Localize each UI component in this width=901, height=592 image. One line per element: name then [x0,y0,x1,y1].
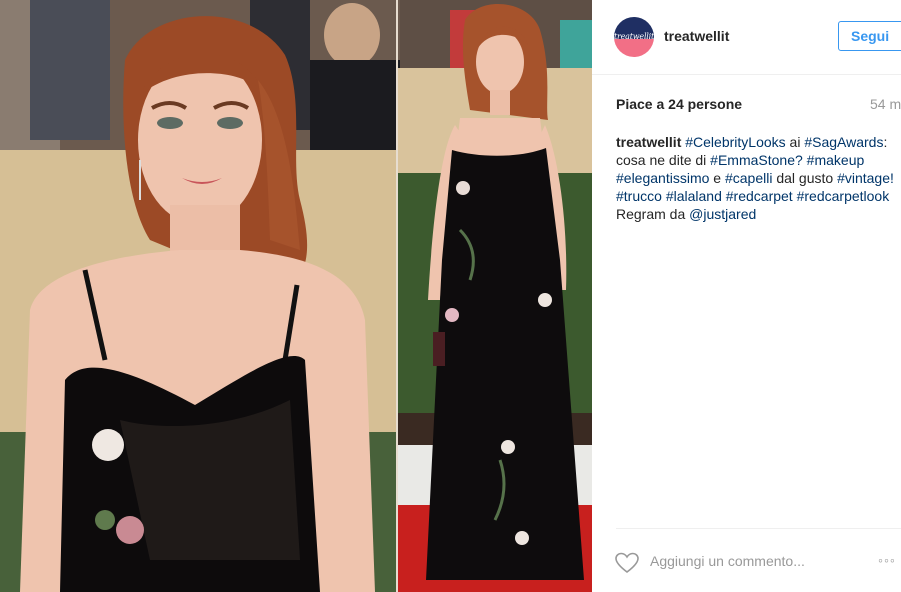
divider [616,528,901,529]
photo-illustration [0,0,592,592]
caption-hashtag[interactable]: #lalaland [666,188,722,204]
author-username[interactable]: treatwellit [664,28,729,44]
caption-username[interactable]: treatwellit [616,134,681,150]
caption-hashtag[interactable]: #CelebrityLooks [685,134,785,150]
more-options-icon[interactable]: ◦◦◦ [878,552,896,568]
caption-mention[interactable]: @justjared [689,206,756,222]
caption-hashtag[interactable]: #EmmaStone? [710,152,803,168]
likes-count[interactable]: Piace a 24 persone [616,96,742,112]
avatar-logo-text: treatwellit [614,32,654,41]
avatar-bottom [614,39,654,57]
caption-plain-text: e [709,170,725,186]
caption-hashtag[interactable]: #SagAwards [804,134,883,150]
caption-hashtag[interactable]: #trucco [616,188,662,204]
avatar[interactable]: treatwellit [614,17,654,57]
caption-hashtag[interactable]: #redcarpetlook [797,188,890,204]
caption-hashtag[interactable]: #vintage! [837,170,894,186]
post-time[interactable]: 54 m [870,96,901,112]
post-side-panel: treatwellit treatwellit Segui Piace a 24… [592,0,901,592]
heart-icon[interactable] [614,551,640,575]
follow-button[interactable]: Segui [838,21,901,51]
caption-plain-text: dal gusto [772,170,838,186]
caption-hashtag[interactable]: #capelli [725,170,772,186]
caption-hashtag[interactable]: #makeup [807,152,865,168]
caption-plain-text: Regram da [616,206,690,222]
comment-input[interactable]: Aggiungi un commento... [650,553,805,569]
caption-hashtag[interactable]: #elegantissimo [616,170,709,186]
post-header: treatwellit treatwellit Segui [592,0,901,75]
caption-hashtag[interactable]: #redcarpet [726,188,793,204]
post-caption: treatwellit #CelebrityLooks ai #SagAward… [616,133,901,223]
caption-plain-text: ai [785,134,805,150]
likes-row: Piace a 24 persone 54 m [616,96,901,114]
post-photo[interactable] [0,0,592,592]
